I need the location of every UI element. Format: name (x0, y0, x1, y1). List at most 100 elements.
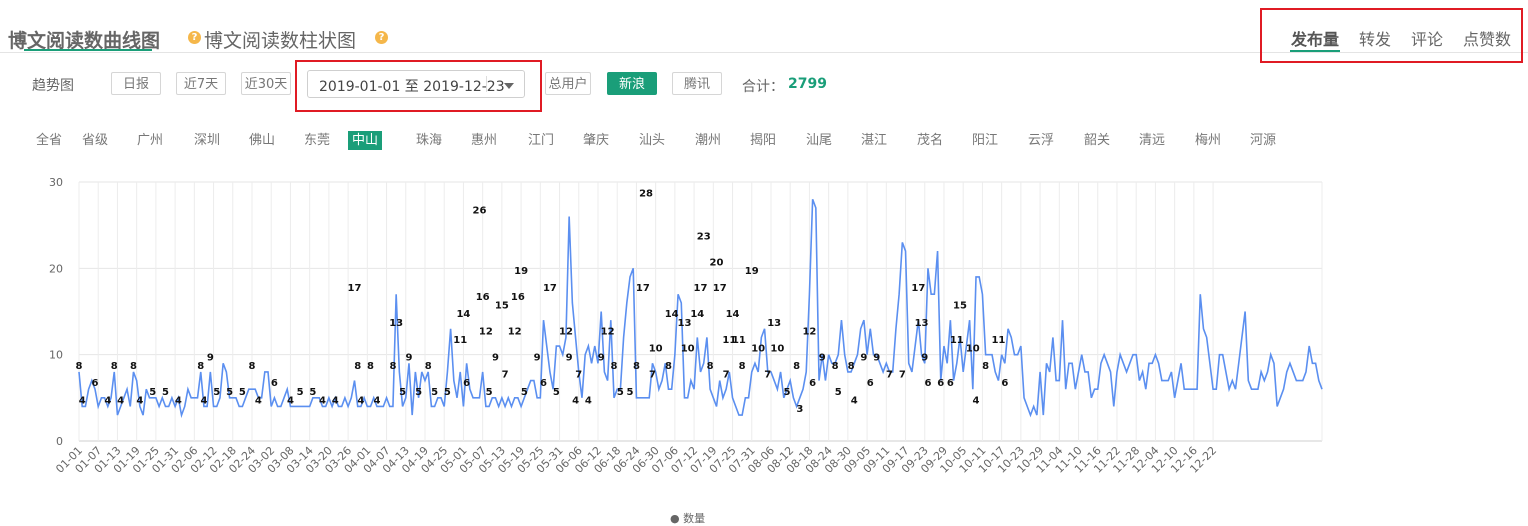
line-chart: 0102030 01-0101-0701-1301-1901-2501-3102… (49, 176, 1323, 476)
data-label: 8 (367, 361, 374, 372)
data-label: 11 (991, 335, 1005, 346)
data-label: 7 (723, 370, 730, 381)
data-label: 16 (476, 292, 490, 303)
data-label: 4 (973, 395, 980, 406)
data-label: 5 (309, 387, 316, 398)
data-label: 4 (851, 395, 858, 406)
data-label: 5 (399, 387, 406, 398)
data-label: 5 (784, 387, 791, 398)
y-tick-label: 0 (56, 435, 63, 448)
data-label: 7 (649, 370, 656, 381)
data-label: 15 (495, 301, 509, 312)
data-label: 8 (633, 361, 640, 372)
data-label: 8 (848, 361, 855, 372)
data-label: 8 (76, 361, 83, 372)
data-label: 5 (617, 387, 624, 398)
y-tick-label: 10 (49, 349, 63, 362)
data-label: 5 (835, 387, 842, 398)
data-label: 10 (966, 344, 980, 355)
data-label: 7 (502, 370, 509, 381)
data-label: 6 (867, 378, 874, 389)
data-label: 8 (354, 361, 361, 372)
data-label: 14 (690, 309, 704, 320)
data-label: 9 (207, 352, 214, 363)
data-label: 12 (559, 326, 573, 337)
data-label: 4 (255, 395, 262, 406)
data-label: 4 (332, 395, 339, 406)
data-label: 17 (636, 283, 650, 294)
data-label: 4 (319, 395, 326, 406)
data-label: 3 (796, 404, 803, 415)
data-label: 8 (611, 361, 618, 372)
data-label: 4 (175, 395, 182, 406)
data-label: 6 (92, 378, 99, 389)
data-label: 19 (745, 266, 759, 277)
data-label: 14 (456, 309, 470, 320)
data-label: 9 (566, 352, 573, 363)
data-label: 9 (873, 352, 880, 363)
data-label: 5 (213, 387, 220, 398)
data-label: 8 (832, 361, 839, 372)
data-label: 8 (249, 361, 256, 372)
data-label: 4 (357, 395, 364, 406)
y-tick-label: 30 (49, 176, 63, 189)
data-label: 9 (860, 352, 867, 363)
data-label: 26 (472, 206, 486, 217)
data-label: 5 (415, 387, 422, 398)
data-label: 4 (79, 395, 86, 406)
data-label: 14 (726, 309, 740, 320)
data-label: 8 (389, 361, 396, 372)
data-label: 6 (463, 378, 470, 389)
data-label: 6 (1001, 378, 1008, 389)
data-label: 17 (543, 283, 557, 294)
data-label: 4 (585, 395, 592, 406)
data-label: 5 (486, 387, 493, 398)
data-label: 7 (886, 370, 893, 381)
data-label: 9 (921, 352, 928, 363)
data-label: 6 (947, 378, 954, 389)
data-label: 10 (649, 344, 663, 355)
data-label: 7 (899, 370, 906, 381)
data-label: 4 (136, 395, 143, 406)
legend-label: 数量 (683, 512, 706, 525)
data-label: 10 (770, 344, 784, 355)
data-label: 5 (149, 387, 156, 398)
data-label: 5 (239, 387, 246, 398)
data-label: 17 (713, 283, 727, 294)
legend: ● 数量 (670, 510, 705, 526)
data-label: 6 (937, 378, 944, 389)
data-label: 4 (117, 395, 124, 406)
data-label: 11 (732, 335, 746, 346)
data-label: 8 (982, 361, 989, 372)
data-label: 9 (492, 352, 499, 363)
data-label: 9 (534, 352, 541, 363)
legend-marker: ● (670, 512, 684, 525)
data-label: 12 (508, 326, 522, 337)
data-label: 9 (598, 352, 605, 363)
data-label: 5 (521, 387, 528, 398)
data-label: 5 (297, 387, 304, 398)
data-label: 28 (639, 188, 653, 199)
data-label: 8 (111, 361, 118, 372)
data-label: 9 (405, 352, 412, 363)
data-label: 8 (425, 361, 432, 372)
data-label: 4 (200, 395, 207, 406)
data-label: 5 (162, 387, 169, 398)
data-label: 7 (575, 370, 582, 381)
data-label: 12 (802, 326, 816, 337)
data-label: 4 (287, 395, 294, 406)
data-label: 11 (453, 335, 467, 346)
data-label: 8 (130, 361, 137, 372)
data-label: 13 (389, 318, 403, 329)
data-label: 4 (104, 395, 111, 406)
data-label: 17 (911, 283, 925, 294)
data-label: 5 (444, 387, 451, 398)
data-label: 16 (511, 292, 525, 303)
data-label: 13 (915, 318, 929, 329)
data-label: 5 (226, 387, 233, 398)
data-label: 17 (348, 283, 362, 294)
data-label: 7 (764, 370, 771, 381)
data-label: 20 (710, 257, 724, 268)
data-label: 6 (924, 378, 931, 389)
data-label: 5 (627, 387, 634, 398)
